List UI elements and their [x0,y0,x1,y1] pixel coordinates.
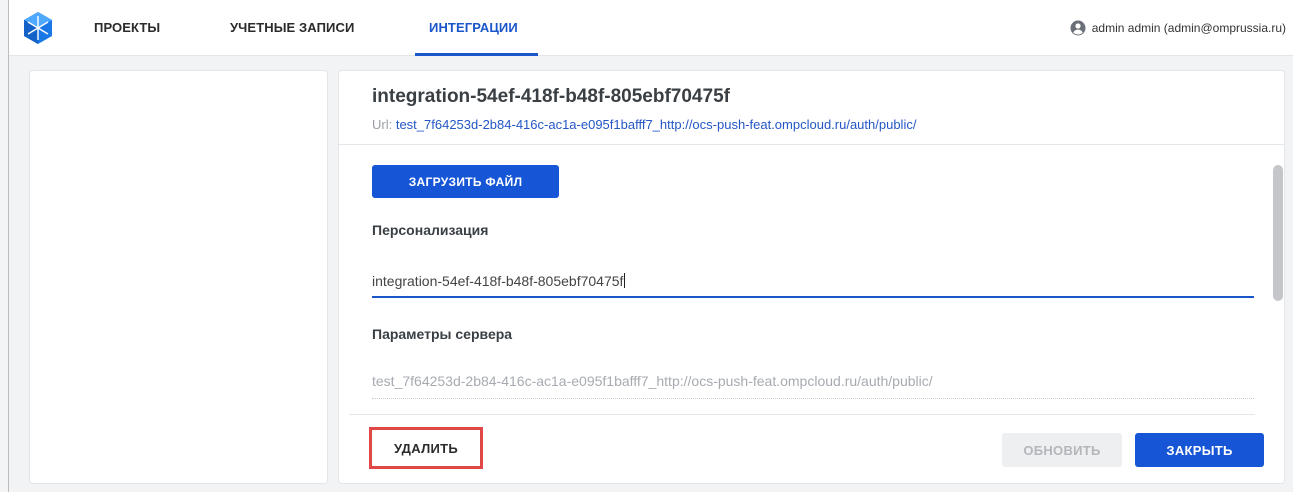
text-caret [624,273,626,288]
update-button[interactable]: ОБНОВИТЬ [1002,433,1122,467]
app-window: ПРОЕКТЫ УЧЕТНЫЕ ЗАПИСИ ИНТЕГРАЦИИ admin … [8,0,1293,492]
logo-icon[interactable] [23,11,53,45]
integration-url: Url: test_7f64253d-2b84-416c-ac1a-e095f1… [372,117,916,132]
user-label: admin admin (admin@omprussia.ru) [1091,21,1286,35]
active-tab-indicator [415,53,538,56]
nav-item-integrations[interactable]: ИНТЕГРАЦИИ [429,20,518,35]
personalization-value: integration-54ef-418f-b48f-805ebf70475f [372,273,624,289]
integrations-list-panel [29,70,328,484]
server-params-field[interactable]: test_7f64253d-2b84-416c-ac1a-e095f1bafff… [372,373,1254,399]
url-link[interactable]: test_7f64253d-2b84-416c-ac1a-e095f1bafff… [396,117,917,132]
delete-button[interactable]: УДАЛИТЬ [369,427,483,469]
upload-file-button[interactable]: ЗАГРУЗИТЬ ФАЙЛ [372,165,559,198]
personalization-input[interactable]: integration-54ef-418f-b48f-805ebf70475f [372,269,1254,298]
url-label: Url: [372,117,393,132]
top-navigation-bar: ПРОЕКТЫ УЧЕТНЫЕ ЗАПИСИ ИНТЕГРАЦИИ admin … [9,0,1293,56]
nav-item-accounts[interactable]: УЧЕТНЫЕ ЗАПИСИ [230,20,354,35]
integration-title: integration-54ef-418f-b48f-805ebf70475f [372,86,730,107]
user-menu[interactable]: admin admin (admin@omprussia.ru) [1070,19,1286,37]
close-button[interactable]: ЗАКРЫТЬ [1135,433,1264,467]
user-circle-icon [1070,20,1086,36]
footer-divider [349,414,1255,415]
integration-header: integration-54ef-418f-b48f-805ebf70475f … [339,71,1284,145]
personalization-label: Персонализация [372,222,489,238]
integration-details-panel: integration-54ef-418f-b48f-805ebf70475f … [338,70,1285,484]
server-params-label: Параметры сервера [372,326,513,342]
scrollbar-thumb[interactable] [1273,165,1283,301]
nav-item-projects[interactable]: ПРОЕКТЫ [94,20,160,35]
